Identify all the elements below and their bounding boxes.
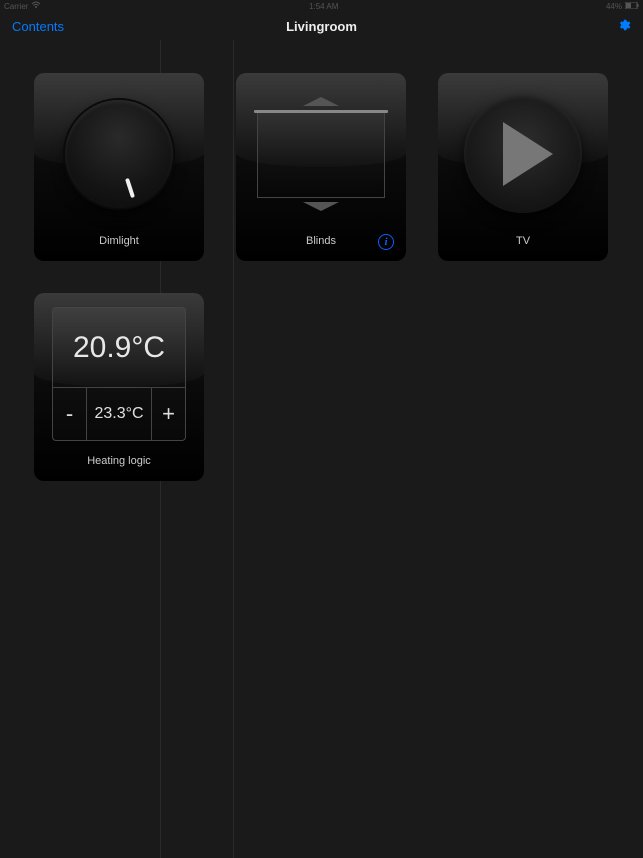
target-temperature: 23.3°C [87, 388, 151, 440]
current-temperature: 20.9°C [53, 308, 185, 388]
play-icon [503, 122, 553, 186]
info-icon: i [384, 236, 387, 248]
page-title: Livingroom [286, 19, 357, 34]
gear-icon [617, 19, 631, 35]
tile-dimlight[interactable]: Dimlight [34, 73, 204, 261]
nav-bar: Contents Livingroom [0, 12, 643, 40]
dimmer-dial[interactable] [65, 100, 173, 208]
wifi-icon [31, 1, 41, 11]
blinds-up-icon[interactable] [303, 97, 339, 106]
back-button[interactable]: Contents [12, 19, 64, 34]
battery-label: 44% [606, 2, 622, 11]
blinds-window [257, 110, 385, 198]
blinds-control [256, 97, 386, 211]
battery-icon [625, 2, 639, 11]
settings-button[interactable] [617, 18, 631, 35]
info-button[interactable]: i [378, 234, 394, 250]
tile-tv[interactable]: TV [438, 73, 608, 261]
tile-heating[interactable]: 20.9°C - 23.3°C + Heating logic [34, 293, 204, 481]
status-bar: Carrier 1:54 AM 44% [0, 0, 643, 12]
tile-label: Heating logic [34, 455, 204, 481]
blinds-down-icon[interactable] [303, 202, 339, 211]
tile-blinds[interactable]: Blinds i [236, 73, 406, 261]
carrier-label: Carrier [4, 2, 28, 11]
dial-indicator [125, 178, 135, 198]
temp-down-button[interactable]: - [53, 388, 87, 440]
thermostat-panel: 20.9°C - 23.3°C + [52, 307, 186, 441]
tile-label: Dimlight [34, 235, 204, 261]
clock-label: 1:54 AM [309, 2, 338, 11]
tiles-grid: Dimlight Blinds i TV 2 [0, 40, 643, 514]
temp-up-button[interactable]: + [151, 388, 185, 440]
play-button[interactable] [464, 95, 582, 213]
blinds-bar[interactable] [254, 110, 388, 113]
tile-label: TV [438, 235, 608, 261]
